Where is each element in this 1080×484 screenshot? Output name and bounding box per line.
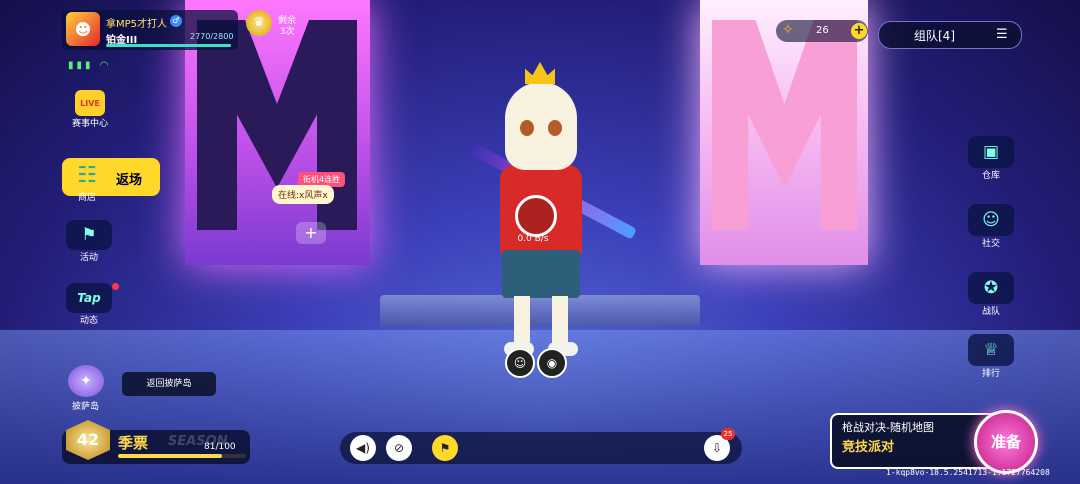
plus-icon: + (304, 223, 318, 242)
avatar[interactable]: ☻ (66, 12, 100, 46)
season-progress: 81/100 (204, 442, 236, 452)
character-eye (548, 120, 562, 136)
camera-icon: ◉ (546, 356, 558, 370)
warehouse-icon: ▣ (968, 136, 1014, 168)
player-xp: 2770/2800 (190, 32, 234, 41)
male-icon: ♂ (170, 15, 182, 27)
xp-bar-fill (106, 44, 231, 47)
mic-muted-icon: ⊘ (393, 441, 405, 455)
download-badge: 25 (721, 428, 735, 440)
avatar-icon: ☻ (74, 19, 92, 39)
flag-icon: ⚑ (439, 441, 451, 455)
crown-icon (525, 62, 555, 84)
warehouse-label: 仓库 (981, 171, 1000, 181)
pizza-island-label: 披萨岛 (72, 402, 100, 412)
feed-button[interactable]: Tap 动态 (59, 283, 119, 326)
season-bar-fill (118, 454, 222, 458)
squad-label: 战队 (981, 307, 1000, 317)
remaining-attempts[interactable]: 剩余 3次 (278, 16, 296, 38)
face-icon: ☺ (513, 356, 527, 370)
camera-button[interactable]: ◉ (537, 348, 567, 378)
download-icon: ⇩ (711, 441, 723, 455)
squad-button[interactable]: ✪ 战队 (966, 272, 1016, 317)
battery-icon: ▮▮▮ (68, 60, 94, 71)
game-mode-sub: 竞技派对 (842, 440, 895, 455)
social-icon: ☺ (968, 204, 1014, 236)
character-leg (514, 296, 530, 346)
season-pass-label: 季票 (118, 434, 149, 452)
activity-label: 活动 (79, 253, 98, 263)
feed-label: 动态 (79, 316, 98, 326)
character-shorts (502, 250, 580, 298)
squad-icon: ✪ (968, 272, 1014, 304)
pizza-island-icon[interactable]: ✦ (68, 365, 104, 397)
add-friend-button[interactable]: + (296, 222, 326, 244)
speaker-button[interactable]: ◀) (350, 435, 376, 461)
live-tv-icon: LIVE (75, 90, 105, 116)
character-eye (520, 120, 534, 136)
team-label: 组队[4] (914, 29, 955, 43)
mic-button[interactable]: ⊘ (386, 435, 412, 461)
shop-label: 商店 (78, 193, 97, 203)
events-center-label: 赛事中心 (71, 119, 108, 129)
wifi-icon: ◠ (99, 60, 112, 71)
online-status[interactable]: 在线:x风声x (272, 185, 334, 204)
trophy-cup-icon: ♕ (968, 334, 1014, 366)
remaining-label: 剩余 (278, 16, 297, 26)
network-speed: 0.0 B/s (517, 234, 549, 244)
character-leg (552, 296, 568, 346)
menu-icon[interactable]: ☰ (996, 27, 1008, 42)
currency-value: 26 (816, 25, 829, 36)
emote-button[interactable]: ☺ (505, 348, 535, 378)
candy-icon: ✧ (782, 22, 794, 38)
character-head[interactable] (505, 82, 577, 170)
tap-icon: Tap (66, 283, 112, 313)
speaker-icon: ◀) (356, 441, 370, 455)
network-speed-icon (515, 195, 557, 237)
build-version: 1-kqp8vo-18.5.2541713-1:1727764208 (886, 468, 1050, 477)
activity-icon: ⚑ (66, 220, 112, 250)
events-center-button[interactable]: LIVE 赛事中心 (60, 90, 120, 129)
shop-icon: ☷ (77, 163, 97, 188)
warehouse-button[interactable]: ▣ 仓库 (966, 136, 1016, 181)
status-indicators: ▮▮▮ ◠ (68, 60, 111, 71)
character-stage (380, 295, 700, 327)
notification-dot (112, 283, 119, 290)
social-button[interactable]: ☺ 社交 (966, 204, 1016, 249)
flag-button[interactable]: ⚑ (432, 435, 458, 461)
ranking-button[interactable]: ♕ 排行 (966, 334, 1016, 379)
trophy-icon[interactable]: ♛ (246, 10, 272, 36)
ranking-label: 排行 (981, 369, 1000, 379)
remaining-count: 3次 (279, 27, 295, 37)
ready-button[interactable]: 准备 (974, 410, 1038, 474)
player-name: 拿MP5才打人 (106, 19, 168, 30)
social-label: 社交 (981, 239, 1000, 249)
add-currency-button[interactable]: + (851, 23, 867, 39)
activity-button[interactable]: ⚑ 活动 (59, 220, 119, 263)
shop-return-label: 返场 (116, 173, 143, 188)
return-island-button[interactable]: 返回披萨岛 (122, 372, 216, 396)
game-mode-title: 枪战对决-随机地图 (842, 421, 934, 434)
